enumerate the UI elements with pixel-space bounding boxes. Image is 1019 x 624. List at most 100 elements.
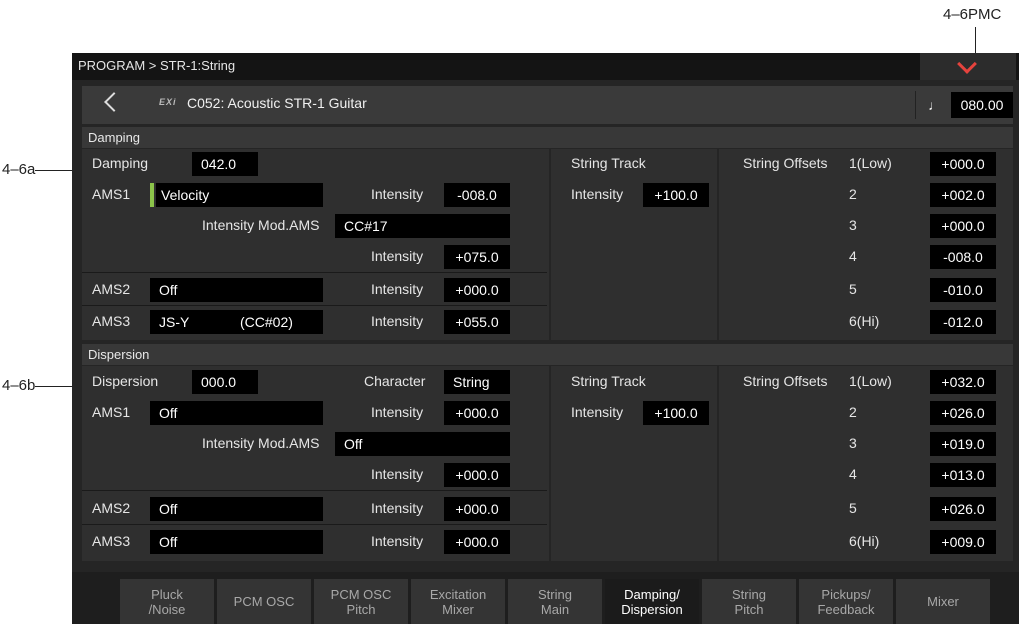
dispersion-ams2-intensity[interactable]: +000.0	[444, 497, 510, 521]
page-menu-button[interactable]	[920, 53, 1016, 80]
tab-label-line1: PCM OSC	[233, 594, 295, 609]
damping-ams3-label: AMS3	[92, 313, 131, 329]
tab-pcm-osc[interactable]: PCM OSC	[217, 579, 311, 624]
damping-ams1-source[interactable]: Velocity	[156, 183, 323, 207]
tab-excitation-mixer[interactable]: Excitation Mixer	[411, 579, 505, 624]
dispersion-string-track-title: String Track	[571, 373, 646, 389]
dispersion-main-panel: Dispersion 000.0 Character String AMS1 O…	[82, 366, 549, 561]
string-offset-label: 5	[849, 281, 857, 297]
tab-string-pitch[interactable]: String Pitch	[702, 579, 796, 624]
string-offset-label: 6(Hi)	[849, 533, 880, 549]
breadcrumb-bar: PROGRAM > STR-1:String	[72, 53, 1019, 80]
tab-label-line2: Main	[540, 601, 570, 617]
dispersion-ams2-source[interactable]: Off	[150, 497, 323, 521]
annotation-damping: 4–6a	[2, 161, 36, 178]
damping-ams2-intensity[interactable]: +000.0	[444, 278, 510, 302]
damping-mod-intensity-label: Intensity	[371, 248, 424, 264]
quarter-note-icon: ♩	[928, 97, 942, 113]
tab-string-main[interactable]: String Main	[508, 579, 602, 624]
dispersion-mod-intensity-label: Intensity	[371, 466, 424, 482]
string-offset-value[interactable]: -010.0	[930, 278, 996, 302]
tab-bar: Pluck/Noise PCM OSC PCM OSC Pitch Excitation…	[72, 572, 1019, 624]
annotation-dispersion: 4–6b	[2, 377, 36, 394]
dispersion-value[interactable]: 000.0	[192, 370, 258, 394]
string-offset-label: 5	[849, 500, 857, 516]
dispersion-string-track-intensity[interactable]: +100.0	[643, 401, 709, 425]
string-offset-value[interactable]: +026.0	[930, 497, 996, 521]
dispersion-ams1-intensity[interactable]: +000.0	[444, 401, 510, 425]
dispersion-mod-intensity[interactable]: +000.0	[444, 463, 510, 487]
tab-damping-dispersion[interactable]: Damping/Dispersion	[605, 579, 699, 624]
tab-label-line2: /Noise	[148, 601, 186, 617]
dispersion-ams3-source[interactable]: Off	[150, 530, 323, 554]
tab-label-line1: Pluck	[151, 586, 183, 602]
damping-value[interactable]: 042.0	[192, 152, 258, 176]
tab-pluck-noise[interactable]: Pluck/Noise	[120, 579, 214, 624]
dispersion-ams3-intensity[interactable]: +000.0	[444, 530, 510, 554]
damping-main-panel: Damping 042.0 AMS1 Velocity Intensity -0…	[82, 149, 549, 340]
dispersion-ams2-intensity-label: Intensity	[371, 500, 424, 516]
damping-string-offsets-title: String Offsets	[743, 155, 828, 171]
ams-indicator	[150, 183, 154, 207]
string-offset-label: 1(Low)	[849, 155, 892, 171]
dispersion-string-offsets-panel: String Offsets 1(Low) +032.0 2 +026.0 3 +019.…	[719, 366, 1013, 561]
annotation-pmc: 4–6PMC	[943, 6, 1002, 23]
damping-ams3-intensity[interactable]: +055.0	[444, 310, 510, 334]
program-header: EXi C052: Acoustic STR-1 Guitar ♩ 080.00	[82, 86, 1013, 124]
string-offset-value[interactable]: +019.0	[930, 432, 996, 456]
character-label: Character	[364, 373, 426, 389]
string-offset-value[interactable]: +000.0	[930, 152, 996, 176]
program-name[interactable]: C052: Acoustic STR-1 Guitar	[187, 95, 367, 111]
string-offset-value[interactable]: +032.0	[930, 370, 996, 394]
tab-label-line2: Mixer	[442, 601, 474, 617]
damping-mod-ams-value[interactable]: CC#17	[335, 214, 510, 238]
character-value[interactable]: String	[444, 370, 510, 394]
damping-section-label: Damping	[88, 130, 141, 145]
string-offset-value[interactable]: -012.0	[930, 310, 996, 334]
dispersion-ams3-label: AMS3	[92, 533, 131, 549]
string-offset-value[interactable]: +026.0	[930, 401, 996, 425]
string-offset-label: 1(Low)	[849, 373, 892, 389]
tab-mixer[interactable]: Mixer	[896, 579, 990, 624]
tempo-field[interactable]: 080.00	[951, 92, 1013, 118]
damping-ams2-source[interactable]: Off	[150, 278, 323, 302]
damping-ams2-label: AMS2	[92, 281, 131, 297]
damping-ams3-source-cc: (CC#02)	[240, 314, 293, 330]
damping-section-header: Damping	[82, 127, 1013, 148]
damping-ams3-source[interactable]: JS-Y (CC#02)	[150, 310, 323, 334]
string-offset-value[interactable]: +000.0	[930, 214, 996, 238]
string-offset-value[interactable]: +009.0	[930, 530, 996, 554]
tab-label-line1: PCM OSC	[330, 586, 392, 602]
string-offset-value[interactable]: -008.0	[930, 245, 996, 269]
tab-label-line1: Pickups/	[821, 586, 871, 602]
tab-pcm-osc-pitch[interactable]: PCM OSC Pitch	[314, 579, 408, 624]
damping-ams3-intensity-label: Intensity	[371, 313, 424, 329]
string-offset-label: 3	[849, 217, 857, 233]
damping-ams1-intensity[interactable]: -008.0	[444, 183, 510, 207]
damping-mod-intensity[interactable]: +075.0	[444, 245, 510, 269]
tab-label-line1: String	[732, 586, 766, 602]
program-edit-screen: PROGRAM > STR-1:String EXi C052: Acousti…	[72, 53, 1019, 624]
tab-pickups-feedback[interactable]: Pickups/Feedback	[799, 579, 893, 624]
tab-label-line2: Feedback	[817, 601, 875, 617]
damping-ams1-label: AMS1	[92, 186, 131, 202]
string-offset-label: 4	[849, 466, 857, 482]
tab-label-line2: Pitch	[346, 601, 376, 617]
dispersion-string-track-intensity-label: Intensity	[571, 404, 624, 420]
damping-ams1-intensity-label: Intensity	[371, 186, 424, 202]
dispersion-section-label: Dispersion	[88, 347, 150, 362]
back-arrow-icon[interactable]	[104, 92, 124, 112]
dispersion-mod-ams-label: Intensity Mod.AMS	[202, 435, 320, 451]
tab-label-line2: Dispersion	[621, 601, 683, 617]
dispersion-mod-ams-value[interactable]: Off	[335, 432, 510, 456]
tab-label-line1: String	[538, 586, 572, 602]
string-offset-value[interactable]: +002.0	[930, 183, 996, 207]
damping-string-track-intensity[interactable]: +100.0	[643, 183, 709, 207]
string-offset-value[interactable]: +013.0	[930, 463, 996, 487]
damping-ams3-source-name: JS-Y	[159, 314, 190, 330]
dispersion-ams1-source[interactable]: Off	[150, 401, 323, 425]
dispersion-ams3-intensity-label: Intensity	[371, 533, 424, 549]
damping-mod-ams-label: Intensity Mod.AMS	[202, 217, 320, 233]
string-offset-label: 6(Hi)	[849, 313, 880, 329]
tab-label-line1: Excitation	[429, 586, 487, 602]
